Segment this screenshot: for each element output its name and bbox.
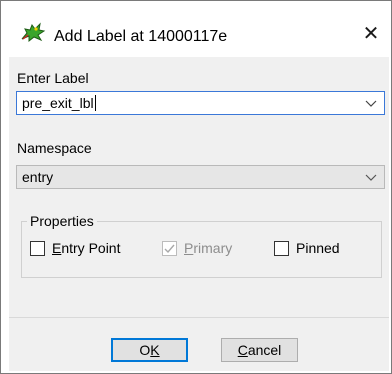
dragon-icon	[20, 21, 46, 43]
title-bar[interactable]: Add Label at 14000117e ✕	[1, 1, 391, 57]
label-combo-input[interactable]: pre_exit_lbl	[16, 91, 385, 115]
checkbox-box[interactable]	[274, 241, 289, 256]
pinned-checkbox[interactable]: Pinned	[274, 239, 354, 259]
primary-mnemonic: P	[184, 240, 194, 256]
entry-point-checkbox[interactable]: Entry Point	[30, 239, 145, 259]
close-icon[interactable]: ✕	[355, 19, 387, 51]
checkmark-icon	[164, 244, 175, 254]
ok-mnemonic: K	[150, 342, 160, 358]
entry-point-mnemonic: E	[52, 240, 62, 256]
ok-prefix: O	[139, 342, 151, 358]
chevron-down-icon[interactable]	[364, 96, 378, 110]
checkbox-box[interactable]	[162, 241, 177, 256]
window-title: Add Label at 14000117e	[54, 28, 228, 45]
cancel-mnemonic: C	[237, 342, 248, 358]
ok-button[interactable]: OK	[111, 338, 188, 362]
dialog-body: Enter Label pre_exit_lbl Namespace entry…	[9, 57, 389, 371]
primary-label: rimary	[193, 240, 233, 256]
label-combo-value: pre_exit_lbl	[22, 95, 94, 111]
namespace-caption: Namespace	[17, 140, 92, 156]
entry-point-label: ntry Point	[61, 240, 121, 256]
pinned-label: Pinned	[296, 240, 340, 256]
properties-group-title: Properties	[27, 213, 97, 229]
checkbox-box[interactable]	[30, 241, 45, 256]
cancel-label: ancel	[247, 342, 282, 358]
namespace-combo[interactable]: entry	[16, 165, 385, 189]
button-separator	[9, 317, 389, 318]
primary-checkbox[interactable]: Primary	[162, 239, 257, 259]
namespace-combo-value: entry	[22, 169, 54, 185]
enter-label-caption: Enter Label	[17, 70, 89, 86]
cancel-button[interactable]: Cancel	[221, 338, 298, 362]
chevron-down-icon[interactable]	[364, 170, 378, 184]
text-caret	[94, 95, 96, 111]
properties-group: Properties Entry Point Primary Pinned	[21, 213, 382, 278]
